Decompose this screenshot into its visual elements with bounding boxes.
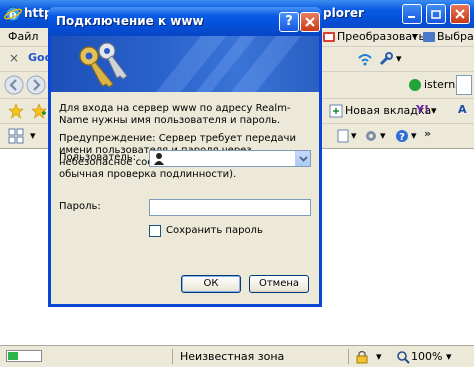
user-dropdown-button[interactable] <box>295 151 310 166</box>
dialog-message: Для входа на сервер www по адресу Realm-… <box>59 103 291 126</box>
browser-title-right: plorer <box>323 6 364 20</box>
zoom-level[interactable]: 100% <box>411 350 442 363</box>
new-tab-icon <box>329 104 343 118</box>
keys-banner <box>51 36 319 92</box>
select-button[interactable]: Выбрат <box>437 30 474 43</box>
zoom-icon[interactable] <box>396 350 410 364</box>
quick-tabs-icon[interactable] <box>8 128 24 144</box>
dialog-title: Подключение к www <box>56 14 204 28</box>
password-field[interactable] <box>149 199 311 216</box>
forward-icon[interactable] <box>26 75 46 95</box>
wifi-icon <box>358 54 372 66</box>
chevron-down-icon[interactable]: ▾ <box>412 30 418 43</box>
dialog-title-bar[interactable]: Подключение к www ? <box>48 7 322 36</box>
remember-password-checkbox[interactable] <box>149 225 161 237</box>
security-zone: Неизвестная зона <box>180 350 285 363</box>
menu-file[interactable]: Файл <box>8 30 38 43</box>
password-label: Пароль: <box>59 201 101 212</box>
user-avatar-icon <box>154 153 164 165</box>
chevron-down-icon[interactable]: ▾ <box>380 129 386 142</box>
wrench-icon[interactable] <box>378 52 394 66</box>
yahoo-icon[interactable]: Y! <box>416 103 429 116</box>
tools-gear-icon[interactable] <box>364 129 378 143</box>
minimize-button[interactable] <box>402 4 422 24</box>
search-field-edge[interactable] <box>456 75 472 95</box>
translate-a-icon[interactable]: A <box>458 103 467 116</box>
chevron-down-icon <box>299 156 308 162</box>
auth-dialog: Подключение к www ? Для входа на сервер … <box>48 7 322 307</box>
restore-icon <box>431 10 441 19</box>
progress-bar <box>6 350 42 362</box>
select-icon <box>423 32 435 42</box>
maximize-button[interactable] <box>426 4 446 24</box>
close-icon <box>455 9 465 19</box>
add-favorite-icon[interactable] <box>31 103 47 119</box>
dialog-help-button[interactable]: ? <box>279 12 299 32</box>
protected-mode-icon[interactable] <box>355 350 369 364</box>
chevron-down-icon[interactable]: ▾ <box>411 129 417 142</box>
chevron-down-icon[interactable]: ▾ <box>431 104 437 117</box>
ok-button[interactable]: ОК <box>181 275 241 293</box>
favorites-star-icon[interactable] <box>8 103 24 119</box>
svg-text:?: ? <box>399 132 405 143</box>
chevron-down-icon[interactable]: ▾ <box>446 350 452 363</box>
help-icon[interactable]: ? <box>395 129 409 143</box>
remember-password-label[interactable]: Сохранить пароль <box>166 225 263 236</box>
minimize-icon <box>408 16 415 18</box>
more-icon[interactable]: » <box>424 127 431 140</box>
cancel-button[interactable]: Отмена <box>249 275 309 293</box>
translate-icon <box>323 32 335 42</box>
dialog-close-button[interactable] <box>300 12 320 32</box>
keys-icon <box>79 36 301 92</box>
user-label: Пользователь: <box>59 152 137 163</box>
progress-fill <box>8 352 18 360</box>
close-icon <box>305 17 315 27</box>
back-icon[interactable] <box>4 75 24 95</box>
status-bar: Неизвестная зона ▾ 100% ▾ <box>0 345 474 367</box>
chevron-down-icon[interactable]: ▾ <box>30 129 36 142</box>
close-button[interactable] <box>450 4 470 24</box>
dialog-body: Для входа на сервер www по адресу Realm-… <box>51 36 319 304</box>
chevron-down-icon[interactable]: ▾ <box>396 52 402 65</box>
google-close-icon[interactable]: × <box>9 51 19 65</box>
user-combo[interactable] <box>149 150 311 167</box>
status-dot-icon <box>409 79 421 91</box>
chevron-down-icon[interactable]: ▾ <box>376 350 382 363</box>
chevron-down-icon[interactable]: ▾ <box>351 129 357 142</box>
page-menu-icon[interactable] <box>336 129 350 143</box>
ie-logo-icon: e <box>4 6 22 22</box>
